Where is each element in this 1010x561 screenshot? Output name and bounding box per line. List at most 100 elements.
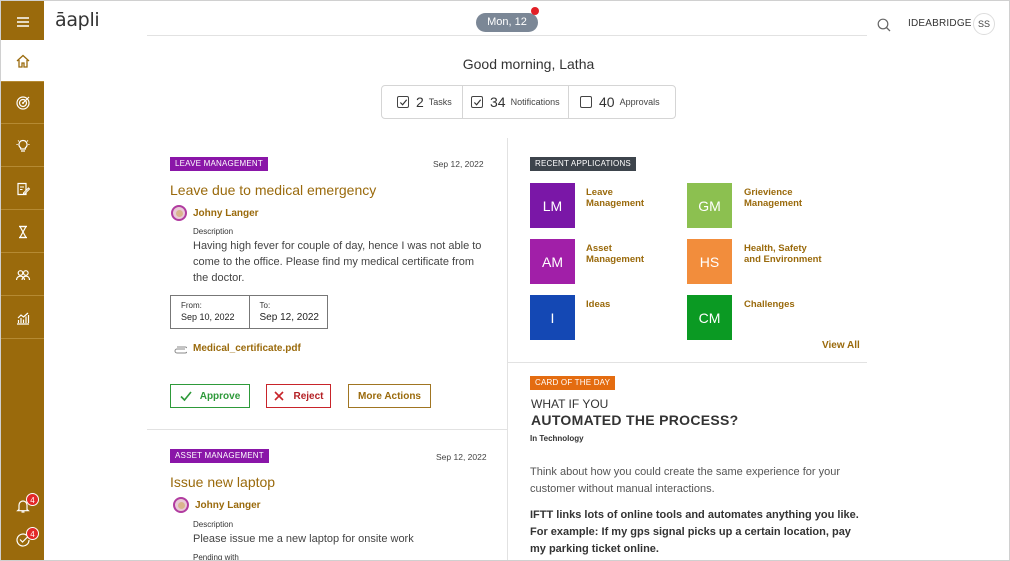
card-of-day-tag: CARD OF THE DAY bbox=[530, 376, 616, 390]
description-text: Having high fever for couple of day, hen… bbox=[193, 238, 493, 286]
app-label-asset-management[interactable]: Asset Management bbox=[586, 243, 676, 265]
to-label: To: bbox=[259, 301, 271, 310]
paperclip-icon bbox=[174, 346, 187, 353]
tasks-button[interactable]: 4 bbox=[1, 525, 44, 555]
to-value: Sep 12, 2022 bbox=[259, 312, 320, 323]
check-icon bbox=[180, 391, 192, 402]
app-tile-leave-management[interactable]: LM bbox=[530, 183, 575, 228]
date-pill[interactable]: Mon, 12 bbox=[476, 13, 538, 32]
notifications-count: 34 bbox=[490, 94, 506, 110]
request-title[interactable]: Leave due to medical emergency bbox=[170, 182, 376, 198]
summary-tasks[interactable]: 2 Tasks bbox=[382, 86, 463, 118]
app-logo: āapli bbox=[55, 9, 100, 31]
recent-apps-tag: RECENT APPLICATIONS bbox=[530, 157, 636, 171]
request-date: Sep 12, 2022 bbox=[433, 159, 484, 169]
date-range: From: Sep 10, 2022 To: Sep 12, 2022 bbox=[170, 295, 328, 329]
sidebar-item-challenges[interactable] bbox=[1, 211, 44, 253]
search-icon[interactable] bbox=[876, 17, 892, 33]
card-divider bbox=[147, 429, 507, 430]
request-date: Sep 12, 2022 bbox=[436, 452, 487, 462]
to-date: To: Sep 12, 2022 bbox=[250, 296, 328, 328]
edit-note-icon bbox=[16, 182, 30, 195]
notifications-button[interactable]: 4 bbox=[1, 491, 44, 521]
app-tile-challenges[interactable]: CM bbox=[687, 295, 732, 340]
paragraph-line: Think about how you could create the sam… bbox=[530, 466, 841, 478]
user-avatar[interactable]: SS bbox=[973, 13, 995, 35]
app-tile-asset-management[interactable]: AM bbox=[530, 239, 575, 284]
attachment-link[interactable]: Medical_certificate.pdf bbox=[173, 343, 301, 354]
app-window: 4 4 āapli Mon, 12 IDEABRIDGE SS Good mor… bbox=[0, 0, 1010, 561]
app-label-challenges[interactable]: Challenges bbox=[744, 299, 834, 310]
app-label-leave-management[interactable]: Leave Management bbox=[586, 187, 676, 209]
lightbulb-icon bbox=[16, 139, 29, 152]
requester-avatar bbox=[171, 205, 187, 221]
tasks-count: 2 bbox=[416, 94, 424, 110]
paragraph-line: customer without manual interactions. bbox=[530, 483, 715, 495]
paragraph-line: For example: If my gps signal picks up a… bbox=[530, 526, 851, 538]
notifications-badge: 4 bbox=[26, 493, 39, 506]
close-icon bbox=[274, 391, 285, 401]
app-tile-grievance-management[interactable]: GM bbox=[687, 183, 732, 228]
reject-button[interactable]: Reject bbox=[266, 384, 331, 408]
tasks-badge: 4 bbox=[26, 527, 39, 540]
requester-name[interactable]: Johny Langer bbox=[193, 208, 259, 219]
category-tag: ASSET MANAGEMENT bbox=[170, 449, 269, 463]
summary-bar: 2 Tasks 34 Notifications 40 Approvals bbox=[381, 85, 676, 119]
app-label-ideas[interactable]: Ideas bbox=[586, 299, 676, 310]
description-line: Having high fever for couple of day, hen… bbox=[193, 240, 482, 252]
card-paragraph: Think about how you could create the sam… bbox=[530, 464, 860, 498]
card-subtitle: WHAT IF YOU bbox=[531, 397, 609, 411]
app-label-line: Ideas bbox=[586, 299, 611, 310]
app-tile-health-safety[interactable]: HS bbox=[687, 239, 732, 284]
home-icon bbox=[16, 54, 29, 68]
app-label-grievance-management[interactable]: Grievience Management bbox=[744, 187, 834, 209]
approve-button[interactable]: Approve bbox=[170, 384, 250, 408]
summary-notifications[interactable]: 34 Notifications bbox=[463, 86, 569, 118]
menu-icon bbox=[16, 16, 29, 27]
request-title[interactable]: Issue new laptop bbox=[170, 474, 275, 490]
card-paragraph-bold: IFTT links lots of online tools and auto… bbox=[530, 507, 860, 558]
app-label-line: Grievience bbox=[744, 187, 793, 198]
app-label-line: Leave bbox=[586, 187, 613, 198]
more-actions-label: More Actions bbox=[358, 390, 421, 402]
from-date: From: Sep 10, 2022 bbox=[171, 296, 250, 328]
sidebar-item-analytics[interactable] bbox=[1, 297, 44, 339]
app-label-health-safety[interactable]: Health, Safety and Environment bbox=[744, 243, 834, 265]
notifications-label: Notifications bbox=[510, 97, 560, 107]
app-label-line: Management bbox=[744, 198, 803, 209]
more-actions-button[interactable]: More Actions bbox=[348, 384, 431, 408]
app-label-line: Challenges bbox=[744, 299, 795, 310]
analytics-icon bbox=[16, 312, 29, 325]
card-category: In Technology bbox=[530, 434, 584, 443]
sidebar-item-ideas[interactable] bbox=[1, 125, 44, 167]
description-line: come to the office. Please find my medic… bbox=[193, 256, 475, 268]
sidebar-item-home[interactable] bbox=[1, 40, 44, 82]
organization-name[interactable]: IDEABRIDGE bbox=[908, 18, 972, 29]
summary-approvals[interactable]: 40 Approvals bbox=[569, 86, 675, 118]
sidebar-item-goals[interactable] bbox=[1, 82, 44, 124]
users-icon bbox=[15, 269, 30, 280]
date-indicator-dot bbox=[531, 7, 539, 15]
app-tile-ideas[interactable]: I bbox=[530, 295, 575, 340]
greeting: Good morning, Latha bbox=[462, 56, 595, 72]
requester-name[interactable]: Johny Langer bbox=[195, 500, 261, 511]
header-divider bbox=[147, 35, 867, 36]
reject-label: Reject bbox=[293, 390, 324, 402]
pending-with-label: Pending with bbox=[193, 553, 239, 561]
checkbox-unchecked bbox=[580, 96, 592, 108]
from-label: From: bbox=[181, 301, 202, 310]
description-label: Description bbox=[193, 227, 234, 236]
column-divider bbox=[507, 138, 508, 560]
menu-toggle[interactable] bbox=[1, 1, 44, 43]
sidebar-item-people[interactable] bbox=[1, 254, 44, 296]
app-label-line: Management bbox=[586, 254, 645, 265]
card-headline: AUTOMATED THE PROCESS? bbox=[531, 412, 739, 428]
view-all-link[interactable]: View All bbox=[822, 340, 860, 351]
app-label-line: Health, Safety bbox=[744, 243, 807, 254]
checkbox-checked bbox=[397, 96, 409, 108]
sidebar: 4 4 bbox=[1, 1, 44, 560]
sidebar-item-forms[interactable] bbox=[1, 168, 44, 210]
paragraph-line: my parking ticket online. bbox=[530, 543, 659, 555]
app-label-line: and Environment bbox=[744, 254, 822, 265]
description-line: the doctor. bbox=[193, 272, 245, 284]
